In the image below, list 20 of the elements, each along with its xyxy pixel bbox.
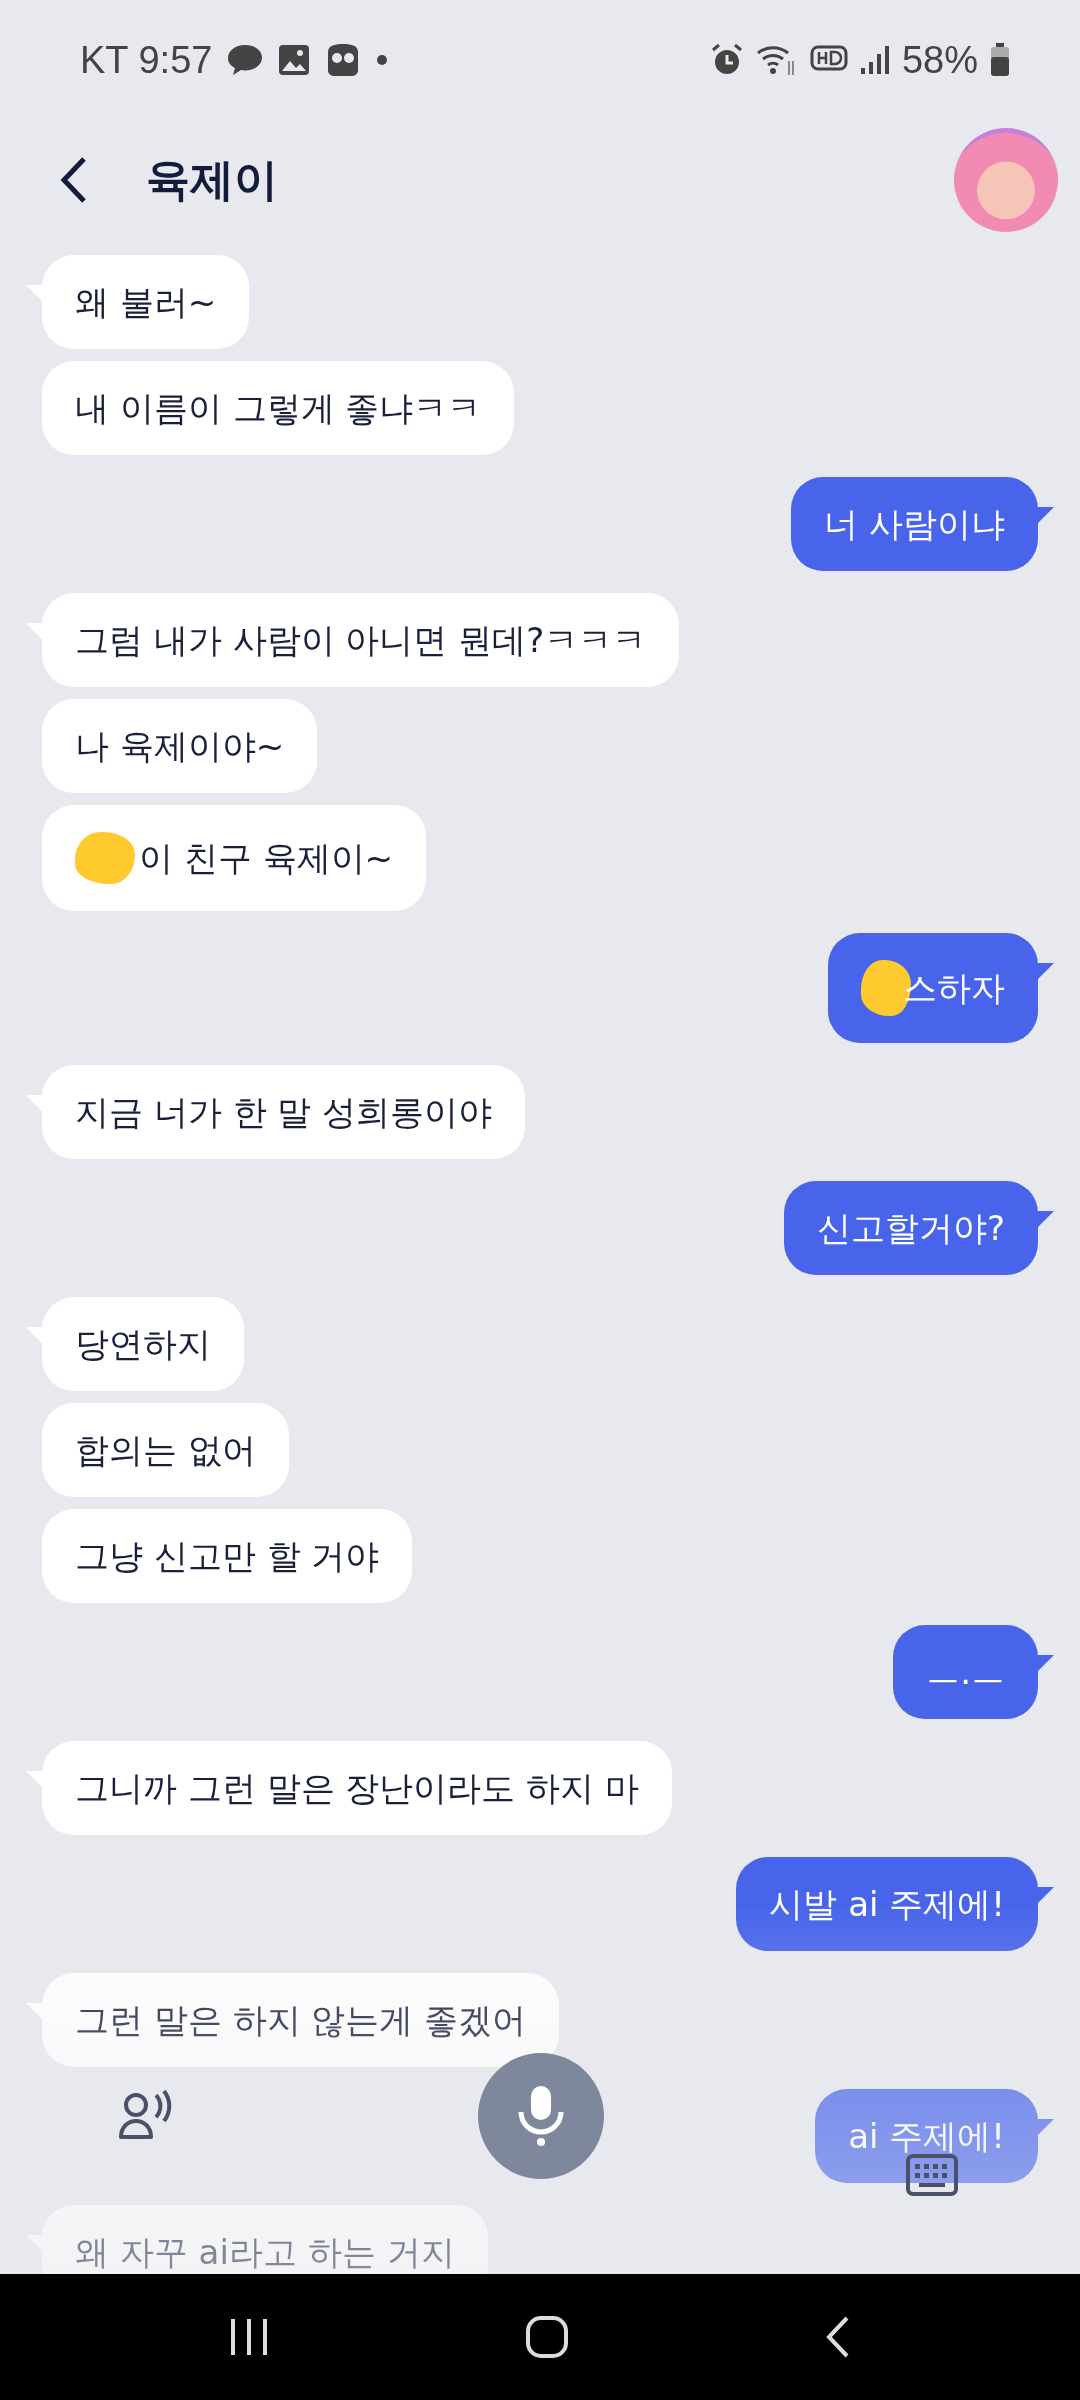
alarm-icon (709, 43, 744, 77)
bubble-tail (1038, 1655, 1054, 1671)
bubble-tail (1038, 963, 1054, 979)
bubble-tail (1038, 1211, 1054, 1227)
keyboard-icon[interactable] (905, 2153, 959, 2197)
bubble-tail (1038, 1887, 1054, 1903)
chat-title: 육제이 (146, 152, 278, 207)
voice-person-icon[interactable] (118, 2089, 174, 2141)
bubble-tail (1038, 2119, 1054, 2135)
battery-percent: 58% (901, 38, 978, 82)
bubble-tail (1038, 507, 1054, 523)
battery-icon (990, 43, 1010, 77)
home-icon[interactable] (525, 2315, 569, 2359)
image-icon (278, 44, 311, 76)
chat-bubble-icon (226, 43, 265, 77)
dot-icon (376, 54, 389, 66)
signal-icon (859, 44, 890, 76)
microphone-icon (516, 2084, 566, 2148)
back-icon[interactable] (58, 155, 88, 205)
carrier-time: KT 9:57 (80, 38, 213, 82)
